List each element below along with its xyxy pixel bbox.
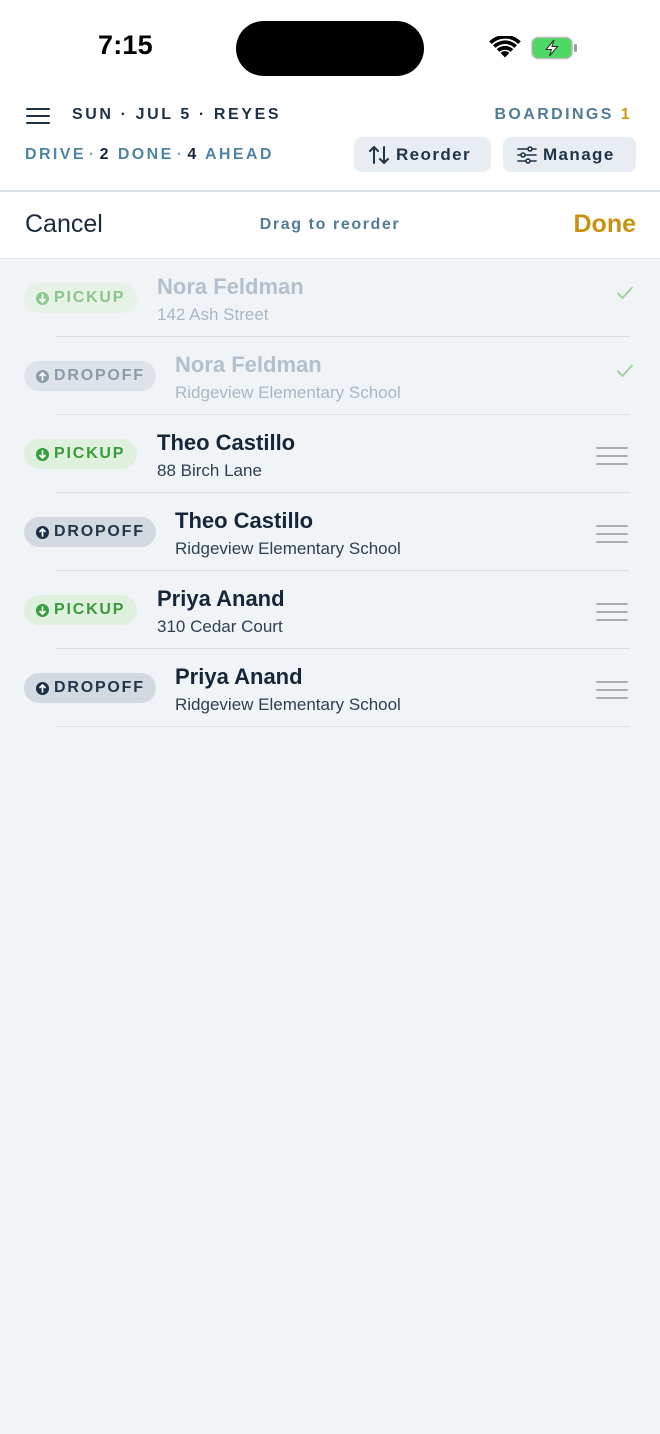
stop-row[interactable]: PICKUP Theo Castillo 88 Birch Lane: [0, 415, 660, 493]
dropoff-tag: DROPOFF: [24, 361, 156, 391]
drive-stats: DRIVE · 2 DONE · 4 AHEAD: [25, 146, 274, 163]
rider-name: Theo Castillo: [175, 508, 314, 533]
stop-info: Theo Castillo 88 Birch Lane: [157, 430, 295, 481]
reorder-label: Reorder: [396, 144, 471, 164]
page-title: SUN · JUL 5 · REYES: [72, 106, 282, 123]
rider-name: Theo Castillo: [157, 430, 296, 455]
stop-info: Nora Feldman Ridgeview Elementary School: [175, 352, 401, 403]
arrow-down-circle-icon: [36, 603, 49, 617]
stop-row[interactable]: PICKUP Priya Anand 310 Cedar Court: [0, 571, 660, 649]
battery-charging-icon: [531, 36, 577, 60]
stop-type: DROPOFF: [54, 367, 145, 384]
check-icon: [617, 286, 633, 299]
manage-button[interactable]: Manage: [503, 137, 636, 172]
wifi-icon: [489, 36, 521, 58]
top-header: 7:15 SUN · JUL 5 · REYES BOARDINGS 1 DRI…: [0, 0, 660, 190]
pickup-tag: PICKUP: [24, 439, 137, 469]
menu-icon[interactable]: [25, 106, 51, 126]
drag-handle-icon[interactable]: [596, 447, 628, 465]
boardings-label: BOARDINGS: [494, 106, 614, 123]
arrow-up-circle-icon: [36, 369, 49, 383]
drag-handle-icon[interactable]: [596, 603, 628, 621]
check-icon: [617, 364, 633, 377]
rider-name: Priya Anand: [175, 664, 303, 689]
ahead-label: AHEAD: [204, 146, 274, 163]
reorder-edit-bar: Cancel Drag to reorder Done: [0, 192, 660, 259]
stop-address: Ridgeview Elementary School: [175, 695, 401, 714]
stop-address: 310 Cedar Court: [157, 617, 283, 636]
stop-info: Theo Castillo Ridgeview Elementary School: [175, 508, 401, 559]
rider-name: Nora Feldman: [175, 352, 322, 377]
stop-type: DROPOFF: [54, 523, 145, 540]
dynamic-island: [236, 21, 424, 76]
stop-row[interactable]: DROPOFF Priya Anand Ridgeview Elementary S…: [0, 649, 660, 727]
done-label: DONE: [117, 146, 174, 163]
dropoff-tag: DROPOFF: [24, 517, 156, 547]
arrow-down-circle-icon: [36, 447, 49, 461]
boardings-counter: BOARDINGS 1: [494, 106, 632, 124]
arrow-up-circle-icon: [36, 681, 49, 695]
done-button[interactable]: Done: [574, 210, 637, 239]
stop-address: 142 Ash Street: [157, 305, 269, 324]
stop-type: PICKUP: [54, 445, 126, 462]
stop-type: PICKUP: [54, 601, 126, 618]
boardings-count: 1: [620, 106, 632, 123]
rider-name: Priya Anand: [157, 586, 285, 611]
stop-info: Priya Anand 310 Cedar Court: [157, 586, 285, 637]
dropoff-tag: DROPOFF: [24, 673, 156, 703]
stop-type: PICKUP: [54, 289, 126, 306]
sliders-icon: [517, 145, 537, 164]
row-divider: [56, 725, 630, 727]
reorder-button[interactable]: Reorder: [354, 137, 491, 172]
stop-row[interactable]: PICKUP Nora Feldman 142 Ash Street: [0, 259, 660, 337]
stop-address: Ridgeview Elementary School: [175, 539, 401, 558]
stop-row[interactable]: DROPOFF Nora Feldman Ridgeview Elementary …: [0, 337, 660, 415]
status-time: 7:15: [98, 30, 153, 60]
drag-handle-icon[interactable]: [596, 525, 628, 543]
stop-list: PICKUP Nora Feldman 142 Ash Street DROPOFF N…: [0, 259, 660, 727]
pickup-tag: PICKUP: [24, 283, 137, 313]
stop-info: Priya Anand Ridgeview Elementary School: [175, 664, 401, 715]
arrow-down-circle-icon: [36, 291, 49, 305]
manage-label: Manage: [543, 144, 615, 164]
pickup-tag: PICKUP: [24, 595, 137, 625]
arrow-up-circle-icon: [36, 525, 49, 539]
rider-name: Nora Feldman: [157, 274, 304, 299]
done-count: 2: [99, 146, 111, 163]
reorder-icon: [369, 145, 389, 164]
drag-handle-icon[interactable]: [596, 681, 628, 699]
drive-label: DRIVE: [25, 146, 86, 163]
stop-row[interactable]: DROPOFF Theo Castillo Ridgeview Elementary…: [0, 493, 660, 571]
stop-type: DROPOFF: [54, 679, 145, 696]
stop-address: Ridgeview Elementary School: [175, 383, 401, 402]
cancel-button[interactable]: Cancel: [25, 210, 103, 239]
stop-info: Nora Feldman 142 Ash Street: [157, 274, 304, 325]
stop-address: 88 Birch Lane: [157, 461, 262, 480]
ahead-count: 4: [187, 146, 199, 163]
